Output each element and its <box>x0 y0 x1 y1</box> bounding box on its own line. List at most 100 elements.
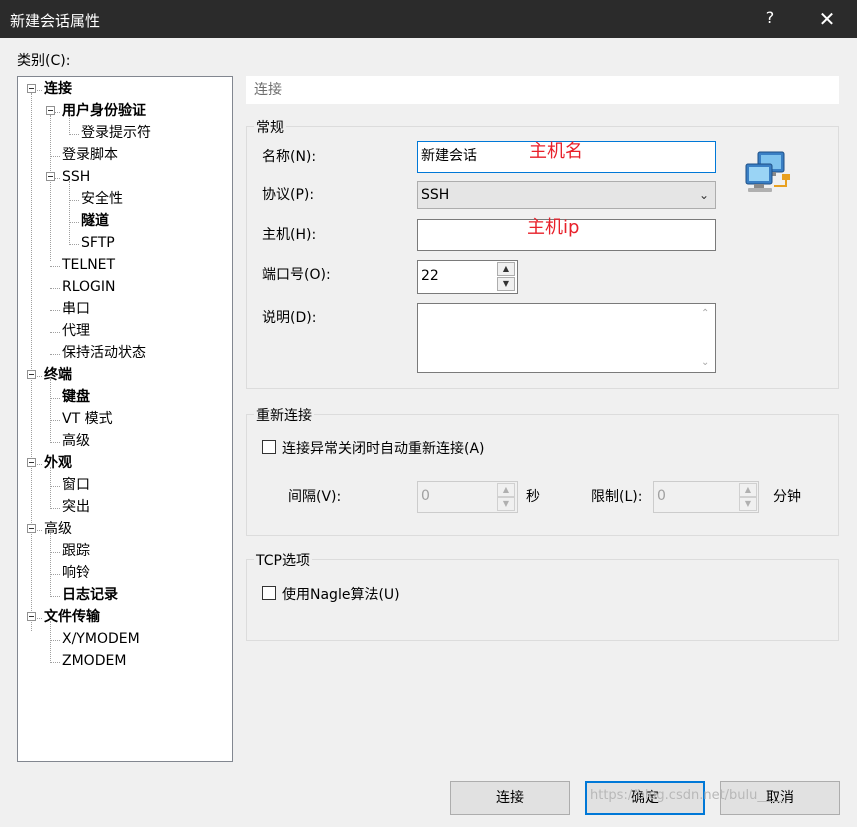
tree-item[interactable]: 安全性 <box>81 189 123 209</box>
connect-button[interactable]: 连接 <box>450 781 570 815</box>
general-group-title: 常规 <box>254 117 286 137</box>
host-name-annotation: 主机名 <box>529 141 583 162</box>
tree-line <box>50 552 60 553</box>
tree-line <box>50 310 60 311</box>
tree-item[interactable]: 串口 <box>62 299 90 319</box>
protocol-select[interactable]: SSH ⌄ <box>417 181 716 209</box>
tree-item[interactable]: 登录脚本 <box>62 145 118 165</box>
port-increment-button[interactable]: ▲ <box>497 262 515 276</box>
port-label: 端口号(O): <box>262 267 331 283</box>
tree-item[interactable]: SSH <box>62 167 90 187</box>
tree-line <box>50 354 60 355</box>
tree-item[interactable]: 终端 <box>44 365 72 385</box>
interval-decrement-button: ▼ <box>497 497 515 511</box>
tree-item[interactable]: 窗口 <box>62 475 90 495</box>
tree-item[interactable]: 高级 <box>44 519 72 539</box>
tree-item[interactable]: SFTP <box>81 233 115 253</box>
tree-item[interactable]: 外观 <box>44 453 72 473</box>
interval-increment-button: ▲ <box>497 483 515 497</box>
chevron-down-icon: ⌄ <box>698 188 709 202</box>
collapse-toggle-icon[interactable] <box>27 458 36 467</box>
tree-item[interactable]: 突出 <box>62 497 90 517</box>
tree-item[interactable]: 隧道 <box>81 211 109 231</box>
tree-line <box>50 332 60 333</box>
tree-line <box>50 508 60 509</box>
network-computers-icon <box>745 151 790 192</box>
tree-line <box>69 134 79 135</box>
limit-unit: 分钟 <box>773 489 801 505</box>
close-icon[interactable]: ✕ <box>812 4 842 34</box>
tree-item[interactable]: 键盘 <box>62 387 90 407</box>
tree-item[interactable]: TELNET <box>62 255 115 275</box>
port-decrement-button[interactable]: ▼ <box>497 277 515 291</box>
category-tree[interactable]: 连接 用户身份验证 登录提示符 登录脚本 SSH 安全性 隧道 SFTP TELNET RLOGI… <box>17 76 233 762</box>
help-icon[interactable]: ? <box>760 8 780 27</box>
tree-line <box>50 115 51 261</box>
desc-label: 说明(D): <box>262 310 317 326</box>
limit-value: 0 <box>657 488 666 504</box>
description-scrollbar[interactable]: ⌃ ⌄ <box>698 304 715 372</box>
port-stepper[interactable]: ▲ ▼ <box>497 262 515 292</box>
tree-item[interactable]: 响铃 <box>62 563 90 583</box>
scroll-down-icon[interactable]: ⌄ <box>701 357 709 368</box>
tree-line <box>69 222 79 223</box>
nagle-checkbox[interactable] <box>262 586 276 600</box>
tree-item[interactable]: 保持活动状态 <box>62 343 146 363</box>
tree-line <box>50 662 60 663</box>
tree-item[interactable]: 代理 <box>62 321 90 341</box>
tree-item[interactable]: ZMODEM <box>62 651 126 671</box>
collapse-toggle-icon[interactable] <box>27 612 36 621</box>
tree-item[interactable]: 跟踪 <box>62 541 90 561</box>
tree-item[interactable]: 连接 <box>44 79 72 99</box>
limit-label: 限制(L): <box>591 489 643 505</box>
tree-line <box>69 200 79 201</box>
auto-reconnect-label[interactable]: 连接异常关闭时自动重新连接(A) <box>282 438 485 458</box>
tree-line <box>50 379 51 441</box>
description-textarea[interactable]: ⌃ ⌄ <box>417 303 716 373</box>
auto-reconnect-checkbox[interactable] <box>262 440 276 454</box>
tree-line <box>50 574 60 575</box>
collapse-toggle-icon[interactable] <box>46 106 55 115</box>
tree-line <box>50 533 51 595</box>
tree-line <box>50 596 60 597</box>
scroll-up-icon[interactable]: ⌃ <box>701 308 709 319</box>
tree-item[interactable]: 文件传输 <box>44 607 100 627</box>
tree-item[interactable]: 日志记录 <box>62 585 118 605</box>
limit-decrement-button: ▼ <box>739 497 757 511</box>
tree-line <box>50 486 60 487</box>
collapse-toggle-icon[interactable] <box>27 524 36 533</box>
tree-item[interactable]: X/YMODEM <box>62 629 140 649</box>
tree-line <box>50 266 60 267</box>
interval-label: 间隔(V): <box>288 489 342 505</box>
window-title: 新建会话属性 <box>10 12 101 30</box>
tree-item[interactable]: VT 模式 <box>62 409 113 429</box>
tree-line <box>50 640 60 641</box>
reconnect-group <box>246 414 839 536</box>
watermark: https://blog.csdn.net/bulu____ <box>590 788 784 803</box>
interval-value: 0 <box>421 488 430 504</box>
name-label: 名称(N): <box>262 149 317 165</box>
tree-item[interactable]: RLOGIN <box>62 277 116 297</box>
tree-line <box>50 467 51 507</box>
reconnect-group-title: 重新连接 <box>254 405 314 425</box>
tree-line <box>50 420 60 421</box>
tree-item[interactable]: 用户身份验证 <box>62 101 146 121</box>
collapse-toggle-icon[interactable] <box>27 370 36 379</box>
tree-item[interactable]: 高级 <box>62 431 90 451</box>
host-ip-annotation: 主机ip <box>527 217 580 238</box>
tree-line <box>50 156 60 157</box>
tcp-group-title: TCP选项 <box>254 550 312 570</box>
tree-line <box>69 244 79 245</box>
collapse-toggle-icon[interactable] <box>46 172 55 181</box>
limit-increment-button: ▲ <box>739 483 757 497</box>
nagle-label[interactable]: 使用Nagle算法(U) <box>282 584 400 604</box>
collapse-toggle-icon[interactable] <box>27 84 36 93</box>
host-label: 主机(H): <box>262 227 317 243</box>
interval-stepper: ▲ ▼ <box>497 483 515 511</box>
tree-item[interactable]: 登录提示符 <box>81 123 151 143</box>
title-bar: 新建会话属性 ? ✕ <box>0 0 857 38</box>
category-label: 类别(C): <box>17 53 71 69</box>
tree-line <box>50 398 60 399</box>
interval-unit: 秒 <box>526 489 540 505</box>
section-header: 连接 <box>246 76 839 104</box>
